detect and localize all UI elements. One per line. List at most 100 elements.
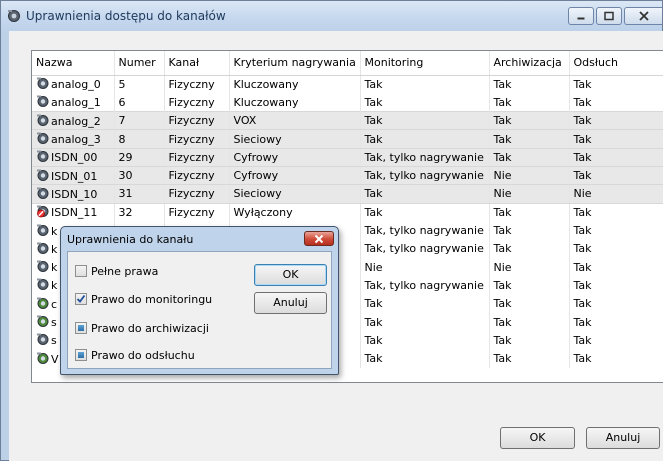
camera-icon bbox=[36, 77, 50, 90]
table-row[interactable]: ISDN_00 29 Fizyczny Cyfrowy Tak, tylko nagry… bbox=[32, 147, 663, 167]
cell-archive-text: Tak bbox=[493, 205, 512, 219]
dialog-close-button[interactable] bbox=[304, 231, 334, 246]
camera-icon bbox=[36, 260, 50, 273]
column-header-listen[interactable]: Odsłuch bbox=[569, 51, 663, 76]
listen-right-label: Prawo do odsłuchu bbox=[91, 348, 195, 362]
cell-name-text: k bbox=[51, 261, 58, 275]
cell-archive: Tak bbox=[489, 349, 570, 368]
cell-archive: Nie bbox=[489, 165, 570, 186]
cancel-button[interactable]: Anuluj bbox=[586, 427, 660, 449]
cell-monitoring-text: Nie bbox=[364, 260, 383, 274]
cell-criterion-text: Kluczowany bbox=[233, 77, 299, 91]
cell-monitoring: Tak, tylko nagrywanie bbox=[360, 165, 490, 186]
cell-listen-text: Nie bbox=[573, 187, 592, 201]
cell-listen: Nie bbox=[569, 184, 663, 204]
camera-green-icon bbox=[36, 297, 50, 310]
cell-monitoring-text: Tak, tylko nagrywanie bbox=[364, 224, 484, 238]
cell-listen: Tak bbox=[569, 147, 663, 167]
cell-channel-text: Fizyczny bbox=[168, 77, 215, 91]
dialog-client-area: Pełne prawa Prawo do monitoringu Prawo d… bbox=[67, 251, 332, 369]
cell-archive-text: Tak bbox=[493, 297, 512, 311]
cell-number-text: 29 bbox=[118, 150, 133, 164]
cell-archive-text: Tak bbox=[493, 114, 512, 128]
cell-criterion-text: Sieciowy bbox=[233, 132, 282, 146]
cell-archive: Tak bbox=[489, 129, 570, 149]
cell-archive-text: Tak bbox=[493, 224, 512, 238]
monitoring-right-checkbox[interactable] bbox=[75, 293, 87, 305]
cell-monitoring: Tak bbox=[360, 349, 490, 368]
cell-archive: Tak bbox=[489, 75, 570, 94]
column-header-number[interactable]: Numer bbox=[114, 51, 165, 76]
table-row[interactable]: analog_0 5 Fizyczny Kluczowany Tak Tak Tak bbox=[32, 75, 663, 94]
column-header-archive[interactable]: Archiwizacja bbox=[489, 51, 570, 76]
cell-monitoring-text: Tak bbox=[364, 187, 383, 201]
table-row[interactable]: ISDN_10 31 Fizyczny Sieciowy Tak Nie Nie bbox=[32, 184, 663, 204]
column-header-criterion[interactable]: Kryterium nagrywania bbox=[229, 51, 361, 76]
table-row[interactable]: analog_3 8 Fizyczny Sieciowy Tak Tak Tak bbox=[32, 129, 663, 149]
minimize-icon bbox=[577, 17, 585, 20]
cell-monitoring: Tak bbox=[360, 184, 490, 204]
listen-right-option[interactable]: Prawo do odsłuchu bbox=[75, 348, 195, 362]
cell-number: 29 bbox=[114, 147, 165, 167]
cell-criterion-text: Wyłączony bbox=[233, 205, 293, 219]
window-title: Uprawnienia dostępu do kanałów bbox=[26, 9, 226, 23]
cell-name-text: analog_0 bbox=[51, 78, 101, 92]
cell-number: 8 bbox=[114, 129, 165, 149]
cell-criterion: Sieciowy bbox=[229, 184, 361, 204]
column-header-channel[interactable]: Kanał bbox=[164, 51, 230, 76]
cell-monitoring-text: Tak bbox=[364, 297, 383, 311]
cell-criterion: Kluczowany bbox=[229, 75, 361, 94]
cell-number: 7 bbox=[114, 111, 165, 131]
listen-right-checkbox[interactable] bbox=[75, 349, 87, 361]
cell-name: analog_0 bbox=[32, 75, 115, 94]
dialog-cancel-button[interactable]: Anuluj bbox=[254, 292, 327, 314]
cell-listen-text: Tak bbox=[573, 297, 592, 311]
cell-criterion-text: Sieciowy bbox=[233, 187, 282, 201]
table-row[interactable]: analog_1 6 Fizyczny Kluczowany Tak Tak Tak bbox=[32, 93, 663, 112]
cell-criterion: Cyfrowy bbox=[229, 165, 361, 186]
cell-monitoring-text: Tak bbox=[364, 132, 383, 146]
dialog-title: Uprawnienia do kanału bbox=[67, 233, 194, 246]
full-rights-checkbox[interactable] bbox=[75, 265, 87, 277]
maximize-button[interactable] bbox=[596, 7, 622, 25]
cell-listen-text: Tak bbox=[573, 169, 592, 183]
cell-name-text: ISDN_00 bbox=[51, 151, 98, 165]
cell-listen: Tak bbox=[569, 221, 663, 240]
title-bar[interactable]: Uprawnienia dostępu do kanałów bbox=[1, 1, 662, 31]
table-row[interactable]: ISDN_11 32 Fizyczny Wyłączony Tak Tak Tak bbox=[32, 203, 663, 222]
cell-channel-text: Fizyczny bbox=[168, 150, 215, 164]
table-row[interactable]: analog_2 7 Fizyczny VOX Tak Tak Tak bbox=[32, 111, 663, 131]
minimize-button[interactable] bbox=[568, 7, 594, 25]
archive-right-checkbox[interactable] bbox=[75, 322, 87, 334]
cell-channel-text: Fizyczny bbox=[168, 205, 215, 219]
monitoring-right-option[interactable]: Prawo do monitoringu bbox=[75, 292, 212, 306]
cell-monitoring: Tak bbox=[360, 312, 490, 332]
cell-listen: Tak bbox=[569, 75, 663, 94]
cell-listen: Tak bbox=[569, 203, 663, 222]
close-button[interactable] bbox=[624, 7, 662, 25]
cell-archive-text: Tak bbox=[493, 77, 512, 91]
camera-icon bbox=[36, 114, 50, 127]
table-row[interactable]: ISDN_01 30 Fizyczny Cyfrowy Tak, tylko nagry… bbox=[32, 165, 663, 186]
cell-name-text: s bbox=[51, 316, 57, 329]
cell-monitoring: Tak bbox=[360, 203, 490, 222]
cell-listen: Tak bbox=[569, 257, 663, 277]
column-header-monitoring[interactable]: Monitoring bbox=[360, 51, 490, 76]
full-rights-option[interactable]: Pełne prawa bbox=[75, 264, 158, 278]
cell-archive: Tak bbox=[489, 203, 570, 222]
cell-name: analog_3 bbox=[32, 129, 115, 149]
cell-channel: Fizyczny bbox=[164, 111, 230, 131]
cell-monitoring: Tak, tylko nagrywanie bbox=[360, 147, 490, 167]
cell-listen: Tak bbox=[569, 129, 663, 149]
cell-channel: Fizyczny bbox=[164, 93, 230, 112]
archive-right-option[interactable]: Prawo do archiwizacji bbox=[75, 321, 209, 335]
camera-icon bbox=[36, 169, 50, 182]
dialog-ok-button[interactable]: OK bbox=[254, 264, 327, 286]
ok-button[interactable]: OK bbox=[500, 427, 575, 449]
camera-icon bbox=[36, 150, 50, 163]
cell-channel: Fizyczny bbox=[164, 147, 230, 167]
cell-archive-text: Tak bbox=[493, 132, 512, 146]
column-header-name[interactable]: Nazwa bbox=[32, 51, 115, 76]
checkmark-icon bbox=[76, 294, 86, 303]
cell-criterion: Wyłączony bbox=[229, 203, 361, 222]
